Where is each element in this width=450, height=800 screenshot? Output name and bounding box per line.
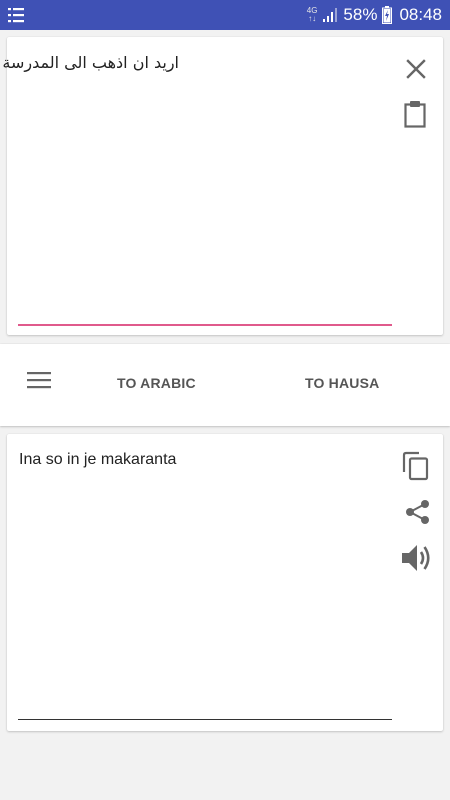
network-type-indicator: 4G ↑↓ xyxy=(307,7,318,23)
translation-toolbar: TO ARABIC TO HAUSA xyxy=(0,344,450,426)
menu-icon[interactable] xyxy=(27,371,51,389)
to-hausa-button[interactable]: TO HAUSA xyxy=(305,375,379,391)
status-bar: 4G ↑↓ 58% 08:48 xyxy=(0,0,450,30)
signal-icon xyxy=(323,8,338,22)
clock: 08:48 xyxy=(399,5,442,24)
input-underline xyxy=(18,324,392,326)
source-text-input[interactable]: اريد ان اذهب الى المدرسة xyxy=(2,53,179,72)
clipboard-icon[interactable] xyxy=(403,100,427,128)
translated-text: Ina so in je makaranta xyxy=(19,451,177,468)
network-activity-arrows: ↑↓ xyxy=(308,14,317,23)
battery-icon xyxy=(382,6,393,24)
status-icons: 4G ↑↓ 58% 08:48 xyxy=(307,0,442,30)
to-arabic-button[interactable]: TO ARABIC xyxy=(117,375,196,391)
close-icon[interactable] xyxy=(405,58,427,80)
list-icon xyxy=(8,8,24,23)
source-text-card: اريد ان اذهب الى المدرسة xyxy=(2,37,443,335)
share-icon[interactable] xyxy=(405,499,431,525)
battery-percent: 58% xyxy=(343,5,378,24)
output-underline xyxy=(18,719,392,720)
copy-icon[interactable] xyxy=(402,451,430,481)
translation-output-card: Ina so in je makaranta xyxy=(7,434,443,731)
volume-icon[interactable] xyxy=(401,542,435,574)
